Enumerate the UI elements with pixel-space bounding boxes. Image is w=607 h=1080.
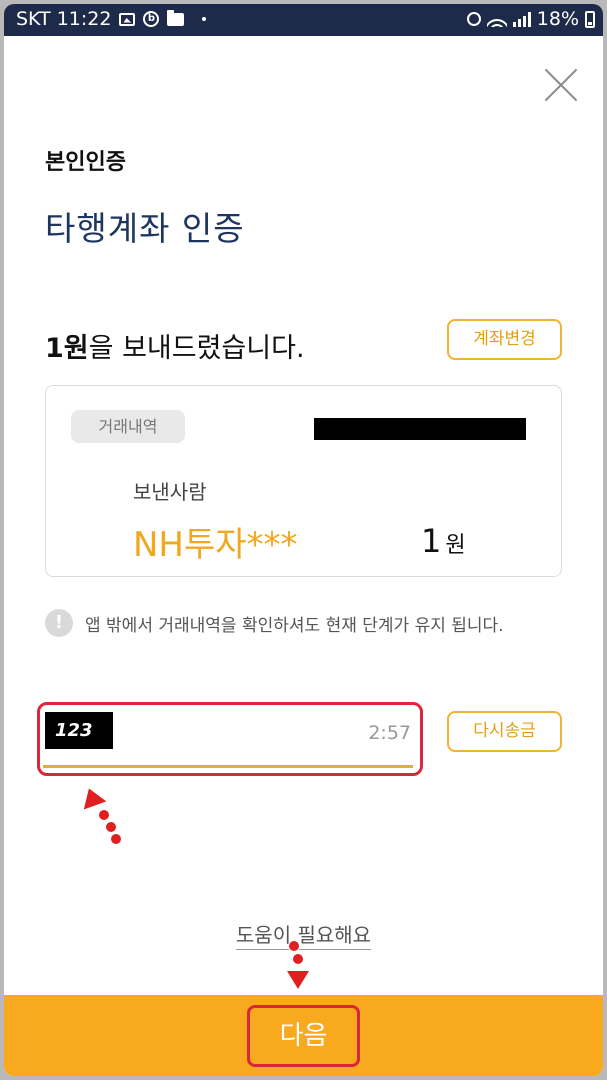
- folder-icon: [167, 9, 185, 26]
- status-bar: SKT 11:22 b 18%: [4, 4, 603, 36]
- transaction-history-chip: 거래내역: [71, 410, 185, 443]
- resend-button[interactable]: 다시송금: [447, 711, 562, 752]
- signal-icon: [512, 11, 531, 27]
- info-icon: !: [45, 609, 73, 637]
- page-title: 타행계좌 인증: [45, 209, 245, 248]
- transfer-amount-bold: 1원: [45, 333, 89, 364]
- annotation-dot: [288, 940, 300, 952]
- amount: 1원: [421, 522, 466, 560]
- annotation-arrow-down-icon: [287, 971, 309, 989]
- transaction-card: 거래내역 보낸사람 NH투자*** 1원: [45, 385, 562, 577]
- page-subtitle: 본인인증: [45, 150, 126, 175]
- battery-icon: [585, 10, 595, 28]
- status-bar-right: 18%: [466, 8, 595, 30]
- change-account-button[interactable]: 계좌변경: [447, 319, 562, 360]
- next-button[interactable]: 다음: [247, 1005, 360, 1067]
- notification-dot-icon: [202, 17, 207, 21]
- gallery-icon: [119, 12, 136, 26]
- app-frame: SKT 11:22 b 18% 본인인증 타행계좌 인증 1원을 보내드렸습니다…: [4, 4, 603, 1076]
- notice-text: 앱 밖에서 거래내역을 확인하셔도 현재 단계가 유지 됩니다.: [85, 615, 504, 636]
- status-bar-left: SKT 11:22 b: [16, 8, 207, 30]
- amount-value: 1: [421, 522, 442, 560]
- countdown-timer: 2:57: [368, 722, 411, 744]
- annotation-arrow-up-icon: [77, 784, 107, 810]
- annotation-dot: [292, 953, 304, 965]
- transfer-message-text: 을 보내드렸습니다.: [88, 333, 305, 364]
- verification-code-input[interactable]: 123: [45, 712, 113, 749]
- sender-label: 보낸사람: [133, 480, 207, 504]
- annotation-dot: [110, 833, 122, 845]
- sender-name: NH투자***: [133, 525, 298, 565]
- carrier-time: SKT 11:22: [16, 8, 112, 30]
- close-button[interactable]: [542, 66, 580, 104]
- b-app-icon: b: [143, 11, 160, 27]
- help-link[interactable]: 도움이 필요해요: [4, 919, 603, 950]
- wifi-icon: [486, 11, 507, 27]
- help-link-text[interactable]: 도움이 필요해요: [235, 923, 372, 950]
- verification-code-field[interactable]: 123 2:57: [37, 702, 423, 776]
- annotation-dot: [98, 809, 110, 821]
- transfer-message: 1원을 보내드렸습니다.: [45, 326, 305, 365]
- redacted-bar: [314, 418, 526, 440]
- amount-unit: 원: [445, 533, 466, 558]
- annotation-dot: [105, 821, 117, 833]
- input-underline: [43, 765, 413, 768]
- battery-percent: 18%: [536, 8, 579, 30]
- alarm-icon: [466, 12, 481, 26]
- notice: ! 앱 밖에서 거래내역을 확인하셔도 현재 단계가 유지 됩니다.: [45, 609, 504, 637]
